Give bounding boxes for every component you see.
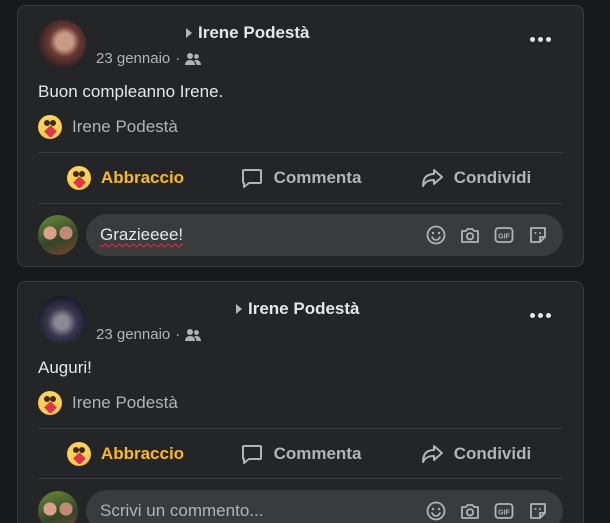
composer-tools: GIF <box>425 224 549 246</box>
author-name[interactable]: Irene Podestà <box>198 23 310 43</box>
share-label: Condividi <box>453 168 532 187</box>
divider <box>38 478 563 479</box>
friends-audience-icon[interactable] <box>185 52 202 66</box>
post-card: Irene Podestà 23 gennaio · Buon complean… <box>17 5 584 267</box>
emoji-icon[interactable] <box>425 224 447 246</box>
share-icon <box>421 169 443 187</box>
share-icon <box>421 445 443 463</box>
hug-reaction-icon <box>66 442 91 466</box>
post-card: Irene Podestà 23 gennaio · Auguri! Irene… <box>17 281 584 523</box>
sticker-icon[interactable] <box>527 500 549 522</box>
hug-reaction-icon <box>38 115 62 139</box>
reaction-name: Irene Podestà <box>72 117 178 136</box>
author-avatar[interactable] <box>38 296 86 344</box>
comment-input[interactable]: Scrivi un commento... GIF <box>86 490 563 523</box>
post-meta: 23 gennaio · <box>96 50 202 67</box>
post-meta: 23 gennaio · <box>96 326 202 343</box>
react-label: Abbraccio <box>100 168 185 187</box>
meta-separator: · <box>175 326 181 343</box>
emoji-icon[interactable] <box>425 500 447 522</box>
react-button[interactable]: Abbraccio <box>38 430 213 478</box>
comment-label: Commenta <box>273 444 362 463</box>
comment-input[interactable]: Grazieeee! GIF <box>86 214 563 256</box>
share-button[interactable]: Condividi <box>388 154 563 202</box>
action-bar: Abbraccio Commenta Condividi <box>38 430 563 478</box>
divider <box>38 203 563 204</box>
reaction-summary[interactable]: Irene Podestà <box>38 391 178 415</box>
comment-label: Commenta <box>273 168 362 187</box>
action-bar: Abbraccio Commenta Condividi <box>38 154 563 202</box>
user-avatar[interactable] <box>38 215 78 255</box>
more-options-icon[interactable] <box>529 310 551 320</box>
post-text: Auguri! <box>38 358 92 377</box>
meta-separator: · <box>175 50 181 67</box>
friends-audience-icon[interactable] <box>185 328 202 342</box>
sticker-icon[interactable] <box>527 224 549 246</box>
user-avatar[interactable] <box>38 491 78 523</box>
react-button[interactable]: Abbraccio <box>38 154 213 202</box>
share-button[interactable]: Condividi <box>388 430 563 478</box>
author-line: Irene Podestà <box>186 23 310 43</box>
author-line: Irene Podestà <box>236 299 360 319</box>
comment-icon <box>241 169 262 188</box>
comment-button[interactable]: Commenta <box>213 430 388 478</box>
camera-icon[interactable] <box>459 500 481 522</box>
more-options-icon[interactable] <box>529 34 551 44</box>
caret-right-icon <box>236 304 242 314</box>
reaction-name: Irene Podestà <box>72 393 178 412</box>
svg-text:GIF: GIF <box>498 234 510 241</box>
hug-reaction-icon <box>38 391 62 415</box>
gif-icon[interactable]: GIF <box>493 500 515 522</box>
comment-icon <box>241 445 262 464</box>
comment-composer: Grazieeee! GIF <box>38 214 563 256</box>
svg-text:GIF: GIF <box>498 510 510 517</box>
camera-icon[interactable] <box>459 224 481 246</box>
author-name[interactable]: Irene Podestà <box>248 299 360 319</box>
react-label: Abbraccio <box>100 444 185 463</box>
divider <box>38 152 563 153</box>
caret-right-icon <box>186 28 192 38</box>
gif-icon[interactable]: GIF <box>493 224 515 246</box>
post-date[interactable]: 23 gennaio <box>96 50 170 67</box>
reaction-summary[interactable]: Irene Podestà <box>38 115 178 139</box>
hug-reaction-icon <box>66 166 91 190</box>
divider <box>38 428 563 429</box>
post-text: Buon compleanno Irene. <box>38 82 224 101</box>
comment-button[interactable]: Commenta <box>213 154 388 202</box>
comment-composer: Scrivi un commento... GIF <box>38 490 563 523</box>
share-label: Condividi <box>453 444 532 463</box>
comment-placeholder[interactable]: Scrivi un commento... <box>100 501 425 521</box>
comment-text[interactable]: Grazieeee! <box>100 225 425 245</box>
post-date[interactable]: 23 gennaio <box>96 326 170 343</box>
composer-tools: GIF <box>425 500 549 522</box>
author-avatar[interactable] <box>38 20 86 68</box>
